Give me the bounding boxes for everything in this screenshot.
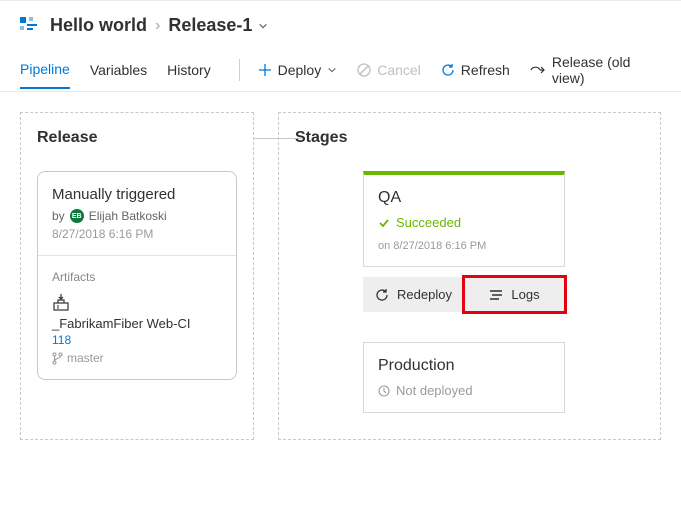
breadcrumb-release[interactable]: Release-1 bbox=[168, 15, 252, 36]
by-prefix: by bbox=[52, 209, 65, 223]
tab-pipeline[interactable]: Pipeline bbox=[20, 51, 70, 89]
stage-prod-status: Not deployed bbox=[378, 383, 550, 398]
logs-label: Logs bbox=[511, 287, 539, 302]
deploy-button[interactable]: Deploy bbox=[248, 56, 348, 84]
main: Release Manually triggered by EB Elijah … bbox=[0, 92, 681, 460]
clock-icon bbox=[378, 385, 390, 397]
stage-qa-timestamp: on 8/27/2018 6:16 PM bbox=[378, 240, 550, 252]
plus-icon bbox=[258, 63, 272, 77]
artifact-name: _FabrikamFiber Web-CI bbox=[52, 316, 222, 331]
cancel-button: Cancel bbox=[347, 56, 431, 84]
deploy-label: Deploy bbox=[278, 62, 322, 78]
stage-qa-name: QA bbox=[378, 189, 550, 207]
chevron-down-icon bbox=[327, 65, 337, 75]
release-panel: Release Manually triggered by EB Elijah … bbox=[20, 112, 254, 440]
tab-variables[interactable]: Variables bbox=[90, 52, 147, 88]
logs-icon bbox=[489, 289, 503, 301]
stage-prod-status-text: Not deployed bbox=[396, 383, 473, 398]
stage-qa-actions: Redeploy Logs bbox=[363, 277, 565, 312]
refresh-button[interactable]: Refresh bbox=[431, 56, 520, 84]
release-card[interactable]: Manually triggered by EB Elijah Batkoski… bbox=[37, 171, 237, 380]
old-view-label: Release (old view) bbox=[552, 54, 651, 86]
breadcrumb-bar: Hello world › Release-1 bbox=[0, 0, 681, 48]
artifact-build-link[interactable]: 118 bbox=[52, 333, 222, 347]
pipelines-logo-icon bbox=[20, 17, 38, 35]
check-icon bbox=[378, 217, 390, 229]
release-panel-title: Release bbox=[37, 129, 237, 147]
toolbar-separator bbox=[239, 59, 240, 81]
release-user: Elijah Batkoski bbox=[89, 209, 167, 223]
release-trigger: Manually triggered bbox=[52, 186, 222, 203]
avatar: EB bbox=[70, 209, 84, 223]
redeploy-label: Redeploy bbox=[397, 287, 452, 302]
artifacts-label: Artifacts bbox=[52, 270, 222, 284]
release-artifacts: Artifacts _FabrikamFiber Web-CI 118 mast… bbox=[38, 256, 236, 379]
artifact-icon bbox=[52, 294, 222, 312]
stage-qa-status-text: Succeeded bbox=[396, 215, 461, 230]
release-card-header: Manually triggered by EB Elijah Batkoski… bbox=[38, 172, 236, 256]
stage-prod-name: Production bbox=[378, 357, 550, 375]
toolbar: Pipeline Variables History Deploy Cancel… bbox=[0, 48, 681, 92]
logs-button[interactable]: Logs bbox=[464, 277, 565, 312]
refresh-icon bbox=[441, 63, 455, 77]
release-author-row: by EB Elijah Batkoski bbox=[52, 209, 222, 223]
tab-history[interactable]: History bbox=[167, 52, 211, 88]
branch-icon bbox=[52, 352, 63, 365]
cancel-label: Cancel bbox=[377, 62, 421, 78]
refresh-label: Refresh bbox=[461, 62, 510, 78]
breadcrumb-separator: › bbox=[155, 17, 160, 35]
stage-card-qa[interactable]: QA Succeeded on 8/27/2018 6:16 PM bbox=[363, 171, 565, 267]
release-old-view-button[interactable]: Release (old view) bbox=[520, 48, 661, 92]
stage-card-production[interactable]: Production Not deployed bbox=[363, 342, 565, 413]
release-timestamp: 8/27/2018 6:16 PM bbox=[52, 227, 222, 241]
artifact-branch: master bbox=[67, 351, 104, 365]
release-chevron-icon[interactable] bbox=[258, 21, 268, 31]
redeploy-icon bbox=[375, 288, 389, 302]
breadcrumb-pipeline[interactable]: Hello world bbox=[50, 15, 147, 36]
stage-qa-status: Succeeded bbox=[378, 215, 550, 230]
artifact-branch-row: master bbox=[52, 351, 222, 365]
arrow-right-icon bbox=[530, 64, 546, 76]
redeploy-button[interactable]: Redeploy bbox=[363, 277, 464, 312]
stages-panel-title: Stages bbox=[295, 129, 644, 147]
cancel-icon bbox=[357, 63, 371, 77]
stages-panel: Stages QA Succeeded on 8/27/2018 6:16 PM… bbox=[278, 112, 661, 440]
